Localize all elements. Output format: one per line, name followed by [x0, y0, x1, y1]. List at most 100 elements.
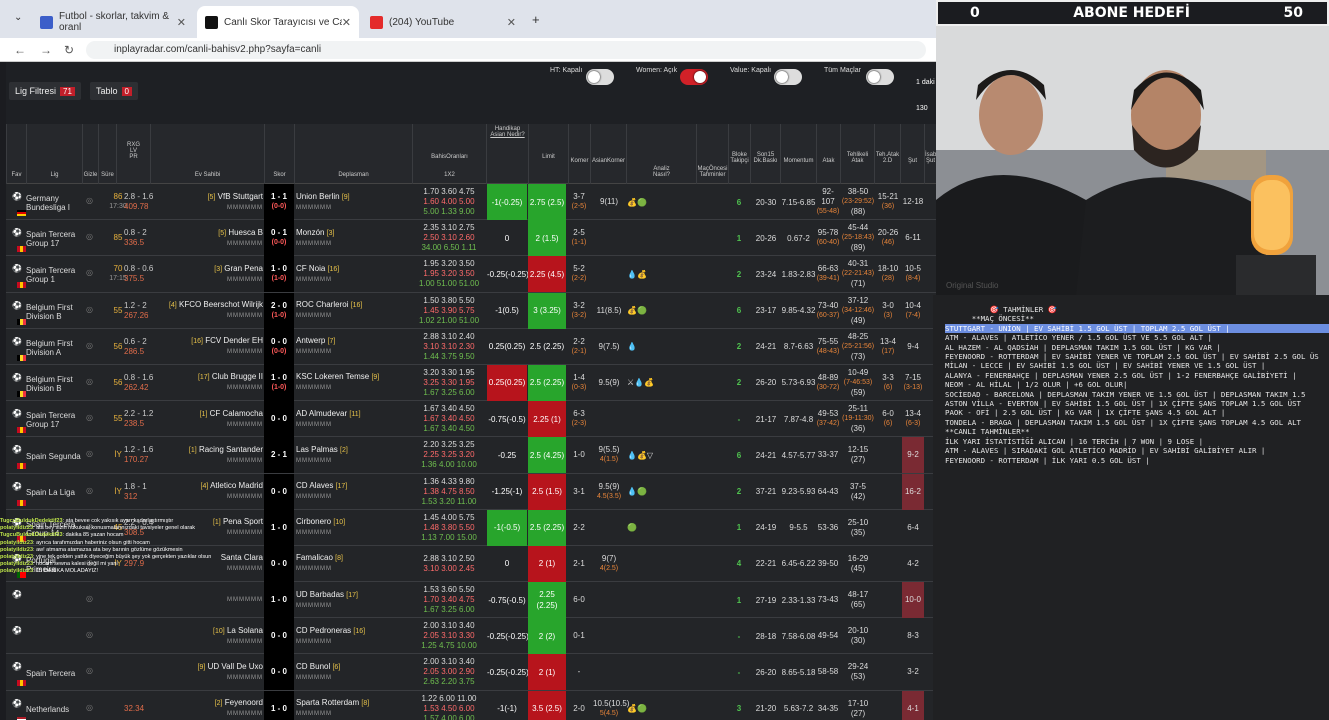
hide-eye-icon[interactable]: ◎ [86, 449, 93, 458]
tab-inplayradar[interactable]: Canlı Skor Tarayıcısı ve Canlı Sk ✕ [197, 6, 359, 38]
hide-eye-icon[interactable]: ◎ [86, 305, 93, 314]
hide-eye-icon[interactable]: ◎ [86, 377, 93, 386]
close-tab-icon[interactable]: ✕ [177, 16, 186, 29]
analysis-icons[interactable]: 🟢 [627, 510, 669, 546]
home-team[interactable]: [3] Gran Pena MMMMMM [151, 256, 263, 292]
tab-youtube[interactable]: (204) YouTube ✕ [362, 6, 524, 38]
tab-list-chevron-icon[interactable]: ⌄ [14, 12, 22, 23]
close-tab-icon[interactable]: ✕ [342, 16, 351, 29]
league-filter-button[interactable]: Lig Filtresi 71 [9, 82, 81, 100]
table-row[interactable]: ⚽ Belgium First Division B ◎ 56 0.8 - 1.… [6, 364, 936, 402]
table-row[interactable]: ⚽ Spain Tercera Group 1 ◎ 70 17:15 0.8 - … [6, 256, 936, 293]
fav-star-icon[interactable]: ⚽ [12, 192, 22, 201]
analysis-icons[interactable]: 💧💰 [627, 256, 669, 292]
hide-eye-icon[interactable]: ◎ [86, 413, 93, 422]
table-row[interactable]: ⚽ Belgium First Division B ◎ 55 1.2 - 22… [6, 292, 936, 329]
col-son15[interactable]: Son15 Dk.Baskı [750, 124, 780, 184]
col-atak[interactable]: Atak [816, 124, 840, 184]
away-team[interactable]: CD Bunol [6] MMMMMM [296, 654, 406, 690]
hide-eye-icon[interactable]: ◎ [86, 486, 93, 495]
col-korner[interactable]: Korner [568, 124, 590, 184]
fav-star-icon[interactable]: ⚽ [12, 409, 22, 418]
hide-eye-icon[interactable]: ◎ [86, 232, 93, 241]
switch[interactable] [680, 69, 708, 85]
women-toggle[interactable]: Women: Açık [636, 67, 708, 85]
table-row[interactable]: ⚽ Spain Segunda ◎ İY 1.2 - 1.6 170.27 [1]… [6, 437, 936, 474]
col-ev[interactable]: Ev Sahibi [150, 124, 264, 184]
home-team[interactable]: [1] Racing Santander MMMMMM [151, 437, 263, 473]
analysis-icons[interactable] [627, 582, 669, 618]
value-toggle[interactable]: Value: Kapalı [730, 67, 802, 85]
away-team[interactable]: Monzón [3] MMMMMM [296, 220, 406, 256]
away-team[interactable]: Antwerp [7] MMMMMM [296, 329, 406, 365]
forward-icon[interactable]: → [40, 43, 52, 57]
col-sure[interactable]: Süre [98, 124, 116, 184]
home-team[interactable]: [1] CF Calamocha MMMMMM [151, 401, 263, 437]
away-team[interactable]: CF Noia [16] MMMMMM [296, 256, 406, 292]
home-team[interactable]: [4] Atletico Madrid MMMMMM [151, 474, 264, 510]
col-gizle[interactable]: Gizle [82, 124, 98, 184]
analysis-icons[interactable]: 💰🟢 [627, 691, 669, 720]
analysis-icons[interactable]: 💧 [627, 329, 669, 365]
away-team[interactable]: Cirbonero [10] MMMMMM [296, 510, 406, 546]
table-row[interactable]: ⚽ Germany Bundesliga I ◎ 86 17:30 2.8 - 1… [6, 184, 936, 221]
new-tab-icon[interactable]: + [532, 12, 540, 27]
home-team[interactable]: [4] KFCO Beerschot Wilrijk MMMMMM [151, 293, 263, 329]
switch[interactable] [774, 69, 802, 85]
col-hcp[interactable]: Handikap Asian Nedir? [486, 124, 528, 184]
col-limit[interactable]: Limit [528, 124, 568, 184]
col-analiz[interactable]: Analiz Nasıl? [626, 124, 696, 184]
switch[interactable] [866, 69, 894, 85]
reload-icon[interactable]: ↻ [64, 43, 74, 57]
analysis-icons[interactable] [627, 654, 669, 690]
analysis-icons[interactable]: 💧🟢 [627, 474, 669, 510]
table-row[interactable]: ⚽ Belgium First Division A ◎ 56 0.6 - 22… [6, 328, 936, 365]
analysis-icons[interactable]: 💰🟢 [627, 184, 669, 220]
fav-star-icon[interactable]: ⚽ [12, 482, 22, 491]
hide-eye-icon[interactable]: ◎ [86, 268, 93, 277]
hide-eye-icon[interactable]: ◎ [86, 196, 93, 205]
analysis-icons[interactable] [627, 546, 669, 582]
table-row[interactable]: ⚽ Spain Tercera Group 17 ◎ 55 2.2 - 1.2 2… [6, 401, 936, 438]
col-skor[interactable]: Skor [264, 124, 294, 184]
fav-star-icon[interactable]: ⚽ [12, 337, 22, 346]
col-fav[interactable]: Fav [6, 124, 26, 184]
home-team[interactable]: [5] VfB Stuttgart MMMMMM [151, 184, 263, 220]
fav-star-icon[interactable]: ⚽ [12, 373, 22, 382]
away-team[interactable]: UD Barbadas [17] MMMMMM [296, 582, 406, 618]
away-team[interactable]: KSC Lokeren Temse [9] MMMMMM [296, 365, 406, 401]
url-input[interactable]: inplayradar.com/canli-bahisv2.php?sayfa=… [86, 41, 926, 59]
col-sut[interactable]: Şut [900, 124, 924, 184]
analysis-icons[interactable] [627, 618, 669, 654]
col-tehlikeli[interactable]: Tehlikeli Atak [840, 124, 874, 184]
away-team[interactable]: CD Pedroneras [16] MMMMMM [296, 618, 406, 654]
fav-star-icon[interactable]: ⚽ [12, 445, 22, 454]
hide-eye-icon[interactable]: ◎ [86, 341, 93, 350]
away-team[interactable]: ROC Charleroi [16] MMMMMM [296, 293, 406, 329]
col-isabet[interactable]: İsabet Şut [924, 124, 936, 184]
fav-star-icon[interactable]: ⚽ [12, 264, 22, 273]
home-team[interactable]: [17] Club Brugge II MMMMMM [151, 365, 263, 401]
home-team[interactable]: [5] Huesca B MMMMMM [151, 220, 263, 256]
tab-flashscore[interactable]: Futbol - skorlar, takvim & oranl ✕ [32, 6, 194, 38]
back-icon[interactable]: ← [14, 43, 26, 57]
away-team[interactable]: Sparta Rotterdam [8] MMMMMM [296, 691, 406, 720]
away-team[interactable]: CD Alaves [17] MMMMMM [296, 474, 406, 510]
fav-star-icon[interactable]: ⚽ [12, 228, 22, 237]
analysis-icons[interactable]: ⚔💧💰 [627, 365, 669, 401]
analysis-icons[interactable]: 💰🟢 [627, 293, 669, 329]
away-team[interactable]: Las Palmas [2] MMMMMM [296, 437, 406, 473]
col-bloke[interactable]: Bloke Takipçi [728, 124, 750, 184]
home-team[interactable]: [16] FCV Dender EH MMMMMM [151, 329, 263, 365]
col-teh-atak-2d[interactable]: Teh.Atak 2.D [874, 124, 900, 184]
col-odds[interactable]: BahisOranları 1X2 [412, 124, 486, 184]
fav-star-icon[interactable]: ⚽ [12, 301, 22, 310]
table-button[interactable]: Tablo 0 [90, 82, 138, 100]
away-team[interactable]: AD Almudevar [11] MMMMMM [296, 401, 406, 437]
col-asian-korner[interactable]: AsianKorner [590, 124, 626, 184]
analysis-icons[interactable]: 💧💰▽ [627, 437, 669, 473]
col-momentum[interactable]: Momentum [780, 124, 816, 184]
away-team[interactable]: Union Berlin [9] MMMMMM [296, 184, 406, 220]
close-tab-icon[interactable]: ✕ [507, 16, 516, 29]
table-row[interactable]: ⚽ Spain Tercera Group 17 ◎ 85 0.8 - 2 336… [6, 220, 936, 257]
